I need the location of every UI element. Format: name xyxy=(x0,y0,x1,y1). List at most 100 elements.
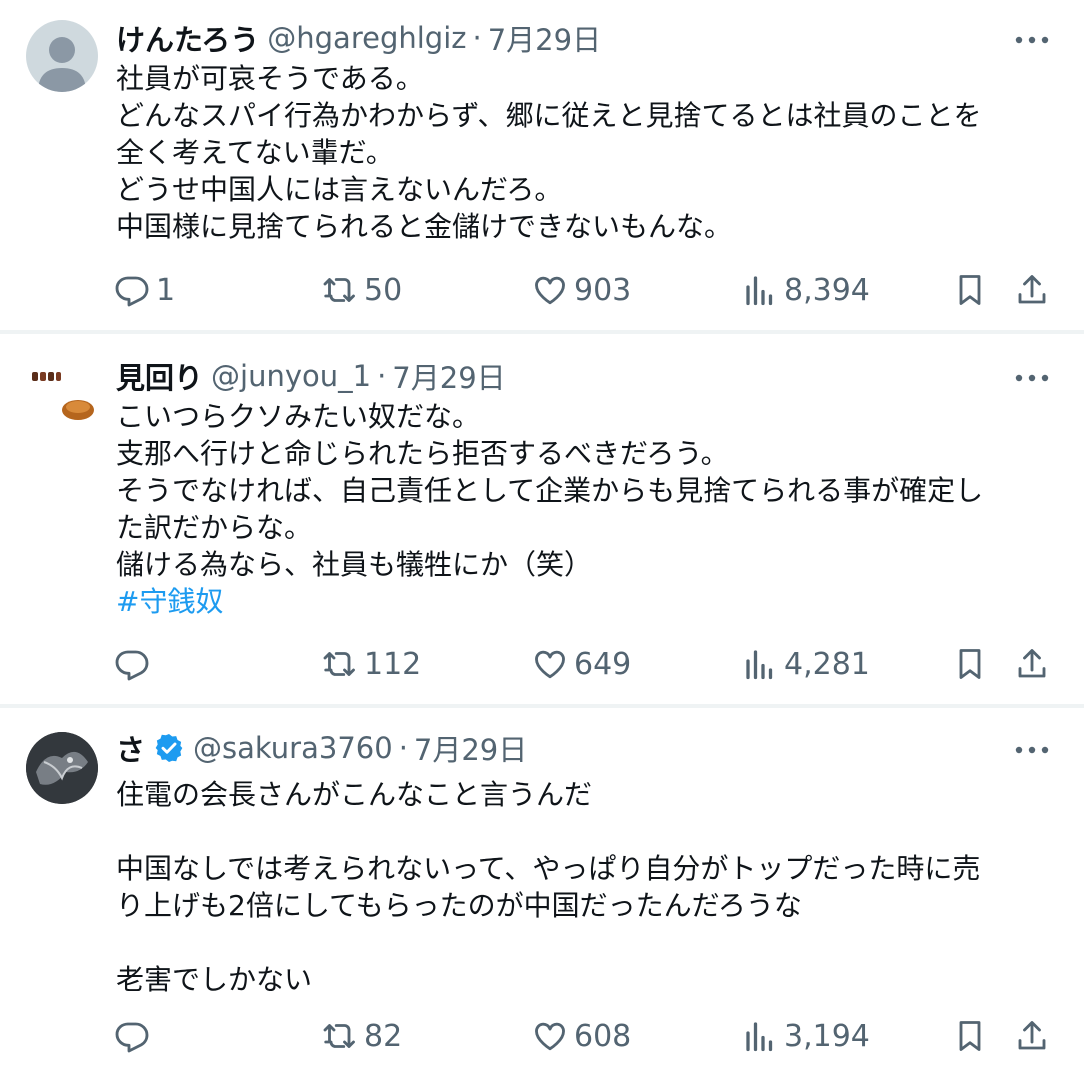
tweet-date[interactable]: 7月29日 xyxy=(414,727,527,769)
retweet-icon xyxy=(323,1024,355,1048)
views-count: 3,194 xyxy=(784,1018,870,1054)
more-button[interactable] xyxy=(1012,358,1052,398)
text-line: どんなスパイ行為かわからず、郷に従えと見捨てるとは社員のことを xyxy=(116,99,982,132)
reply-button[interactable] xyxy=(114,1012,156,1060)
like-button[interactable]: 903 xyxy=(532,266,631,314)
tweet-date[interactable]: 7月29日 xyxy=(392,355,505,397)
text-line: り上げも2倍にしてもらったのが中国だったんだろうな xyxy=(116,889,802,922)
like-icon xyxy=(535,276,565,305)
action-bar: 1 50 903 8,394 xyxy=(0,266,1084,314)
default-avatar-icon xyxy=(38,37,86,92)
text-line: 中国様に見捨てられると金儲けできないもんな。 xyxy=(116,210,733,243)
share-icon xyxy=(1018,275,1046,304)
more-button[interactable] xyxy=(1012,20,1052,60)
user-handle[interactable]: @junyou_1 xyxy=(211,359,371,393)
bookmark-icon xyxy=(959,649,981,679)
reply-icon xyxy=(115,276,149,307)
user-handle[interactable]: @sakura3760 xyxy=(193,731,393,765)
more-icon xyxy=(1015,374,1049,382)
like-button[interactable]: 649 xyxy=(532,640,631,688)
tweet-2[interactable]: 見回り @junyou_1 · 7月29日 こいつらクソみたい奴だな。 支那へ行… xyxy=(0,334,1084,704)
share-button[interactable] xyxy=(1014,640,1050,688)
share-icon xyxy=(1018,1021,1046,1050)
tweet-header: さ @sakura3760 · 7月29日 xyxy=(116,728,984,768)
text-line: 中国なしでは考えられないって、やっぱり自分がトップだった時に売 xyxy=(116,852,981,885)
sushi-icon xyxy=(32,372,94,420)
text-line: 老害でしかない xyxy=(116,963,313,996)
reply-button[interactable] xyxy=(114,640,156,688)
like-button[interactable]: 608 xyxy=(532,1012,631,1060)
views-button[interactable]: 8,394 xyxy=(742,266,870,314)
text-line: 全く考えてない輩だ。 xyxy=(116,136,394,169)
more-button[interactable] xyxy=(1012,730,1052,770)
tweet-text: 住電の会長さんがこんなこと言うんだ 中国なしでは考えられないって、やっぱり自分が… xyxy=(116,776,1066,998)
retweet-button[interactable]: 82 xyxy=(322,1012,402,1060)
retweet-count: 50 xyxy=(364,272,403,308)
text-line: 住電の会長さんがこんなこと言うんだ xyxy=(116,778,593,811)
retweet-button[interactable]: 50 xyxy=(322,266,402,314)
reply-icon xyxy=(115,650,149,681)
like-icon xyxy=(535,650,565,679)
text-line: こいつらクソみたい奴だな。 xyxy=(116,400,481,433)
reply-button[interactable]: 1 xyxy=(114,266,175,314)
views-icon xyxy=(746,276,773,306)
bookmark-icon xyxy=(959,275,981,305)
share-button[interactable] xyxy=(1014,266,1050,314)
action-bar: 82 608 3,194 xyxy=(0,1012,1084,1060)
retweet-icon xyxy=(323,278,355,302)
views-icon xyxy=(746,650,773,680)
retweet-button[interactable]: 112 xyxy=(322,640,421,688)
bookmark-button[interactable] xyxy=(952,1012,988,1060)
views-count: 4,281 xyxy=(784,646,870,682)
action-bar: 112 649 4,281 xyxy=(0,640,1084,688)
dragon-art-icon xyxy=(26,732,98,804)
avatar-sushi-image[interactable] xyxy=(26,352,98,424)
text-line: 社員が可哀そうである。 xyxy=(116,62,424,95)
tweet-3[interactable]: さ @sakura3760 · 7月29日 住電の会長さんがこんなこと言うんだ … xyxy=(0,708,1084,1074)
separator-dot: · xyxy=(377,359,387,393)
separator-dot: · xyxy=(472,21,482,55)
display-name[interactable]: さ xyxy=(116,727,145,769)
user-handle[interactable]: @hgareghlgiz xyxy=(267,21,466,55)
display-name[interactable]: けんたろう xyxy=(116,17,259,59)
retweet-count: 82 xyxy=(364,1018,403,1054)
separator-dot: · xyxy=(398,731,408,765)
share-button[interactable] xyxy=(1014,1012,1050,1060)
bookmark-button[interactable] xyxy=(952,266,988,314)
like-count: 649 xyxy=(574,646,632,682)
text-line: た訳だからな。 xyxy=(116,511,313,544)
avatar-dragon-image[interactable] xyxy=(26,732,98,804)
more-icon xyxy=(1015,36,1049,44)
hashtag-link[interactable]: #守銭奴 xyxy=(116,583,1066,620)
reply-icon xyxy=(115,1022,149,1053)
tweet-text: こいつらクソみたい奴だな。 支那へ行けと命じられたら拒否するべきだろう。 そうで… xyxy=(116,398,1066,620)
verified-badge-icon xyxy=(155,734,183,762)
views-button[interactable]: 3,194 xyxy=(742,1012,870,1060)
reply-count: 1 xyxy=(156,272,176,308)
tweet-text: 社員が可哀そうである。 どんなスパイ行為かわからず、郷に従えと見捨てるとは社員の… xyxy=(116,60,1066,245)
views-icon xyxy=(746,1022,773,1052)
views-button[interactable]: 4,281 xyxy=(742,640,870,688)
tweet-date[interactable]: 7月29日 xyxy=(488,17,601,59)
default-avatar[interactable] xyxy=(26,20,98,92)
display-name[interactable]: 見回り xyxy=(116,355,203,397)
text-line: そうでなければ、自己責任として企業からも見捨てられる事が確定し xyxy=(116,474,984,507)
like-count: 903 xyxy=(574,272,632,308)
text-line: 儲ける為なら、社員も犠牲にか（笑） xyxy=(116,548,593,581)
more-icon xyxy=(1015,746,1049,754)
share-icon xyxy=(1018,649,1046,678)
retweet-count: 112 xyxy=(364,646,422,682)
tweet-1[interactable]: けんたろう @hgareghlgiz · 7月29日 社員が可哀そうである。 ど… xyxy=(0,0,1084,330)
bookmark-icon xyxy=(959,1021,981,1051)
views-count: 8,394 xyxy=(784,272,870,308)
tweet-header: けんたろう @hgareghlgiz · 7月29日 xyxy=(116,18,984,58)
bookmark-button[interactable] xyxy=(952,640,988,688)
like-count: 608 xyxy=(574,1018,632,1054)
text-line: 支那へ行けと命じられたら拒否するべきだろう。 xyxy=(116,437,729,470)
text-line: どうせ中国人には言えないんだろ。 xyxy=(116,173,563,206)
retweet-icon xyxy=(323,652,355,676)
like-icon xyxy=(535,1022,565,1051)
tweet-header: 見回り @junyou_1 · 7月29日 xyxy=(116,356,984,396)
